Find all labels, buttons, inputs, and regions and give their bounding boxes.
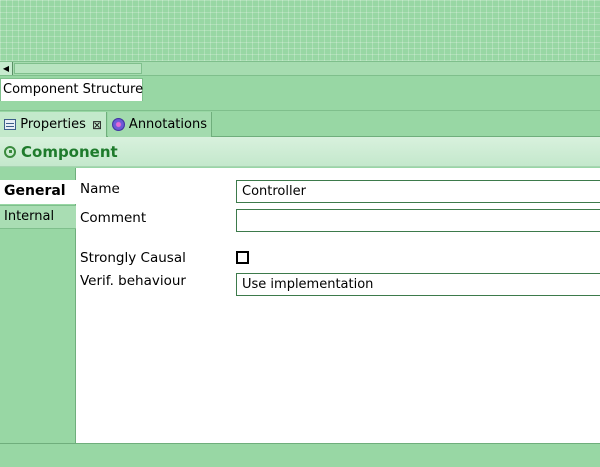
editor-tab-bar: Component Structure [0, 76, 600, 101]
verif-behaviour-select[interactable]: Use implementation [236, 273, 600, 296]
tab-properties-label: Properties [20, 117, 86, 132]
strongly-causal-label: Strongly Causal [80, 250, 186, 266]
annotations-icon [112, 118, 125, 131]
scroll-left-arrow-icon[interactable]: ◀ [0, 62, 13, 75]
separator [0, 101, 600, 111]
properties-icon [4, 119, 17, 130]
name-label: Name [80, 181, 120, 197]
component-icon [4, 145, 16, 158]
strongly-causal-checkbox[interactable] [236, 251, 249, 264]
diagram-canvas[interactable] [0, 0, 600, 61]
horizontal-scrollbar[interactable]: ◀ [0, 61, 600, 76]
tab-component-structure[interactable]: Component Structure [0, 78, 143, 101]
editor-tab-label: Component Structure [3, 82, 144, 97]
comment-field[interactable] [236, 209, 600, 232]
sidetab-internal-label: Internal [4, 209, 55, 224]
scrollbar-thumb[interactable] [14, 63, 142, 74]
property-sidetabs: General Internal [0, 168, 77, 443]
section-title: Component [21, 142, 118, 161]
status-bar [0, 443, 600, 467]
tab-annotations[interactable]: Annotations [108, 112, 212, 137]
view-tab-bar: Properties ⊠ Annotations [0, 111, 600, 137]
sidetab-internal[interactable]: Internal [0, 205, 76, 229]
comment-label: Comment [80, 210, 147, 226]
properties-form: Name Controller Comment Strongly Causal … [76, 168, 600, 443]
verif-behaviour-label: Verif. behaviour [80, 273, 186, 289]
sidetab-general[interactable]: General [0, 180, 77, 204]
sidetab-general-label: General [4, 183, 66, 199]
tab-properties[interactable]: Properties ⊠ [0, 112, 107, 137]
close-icon[interactable]: ⊠ [92, 118, 102, 132]
name-field[interactable]: Controller [236, 180, 600, 203]
tab-annotations-label: Annotations [128, 117, 207, 132]
section-header: Component [0, 137, 600, 167]
